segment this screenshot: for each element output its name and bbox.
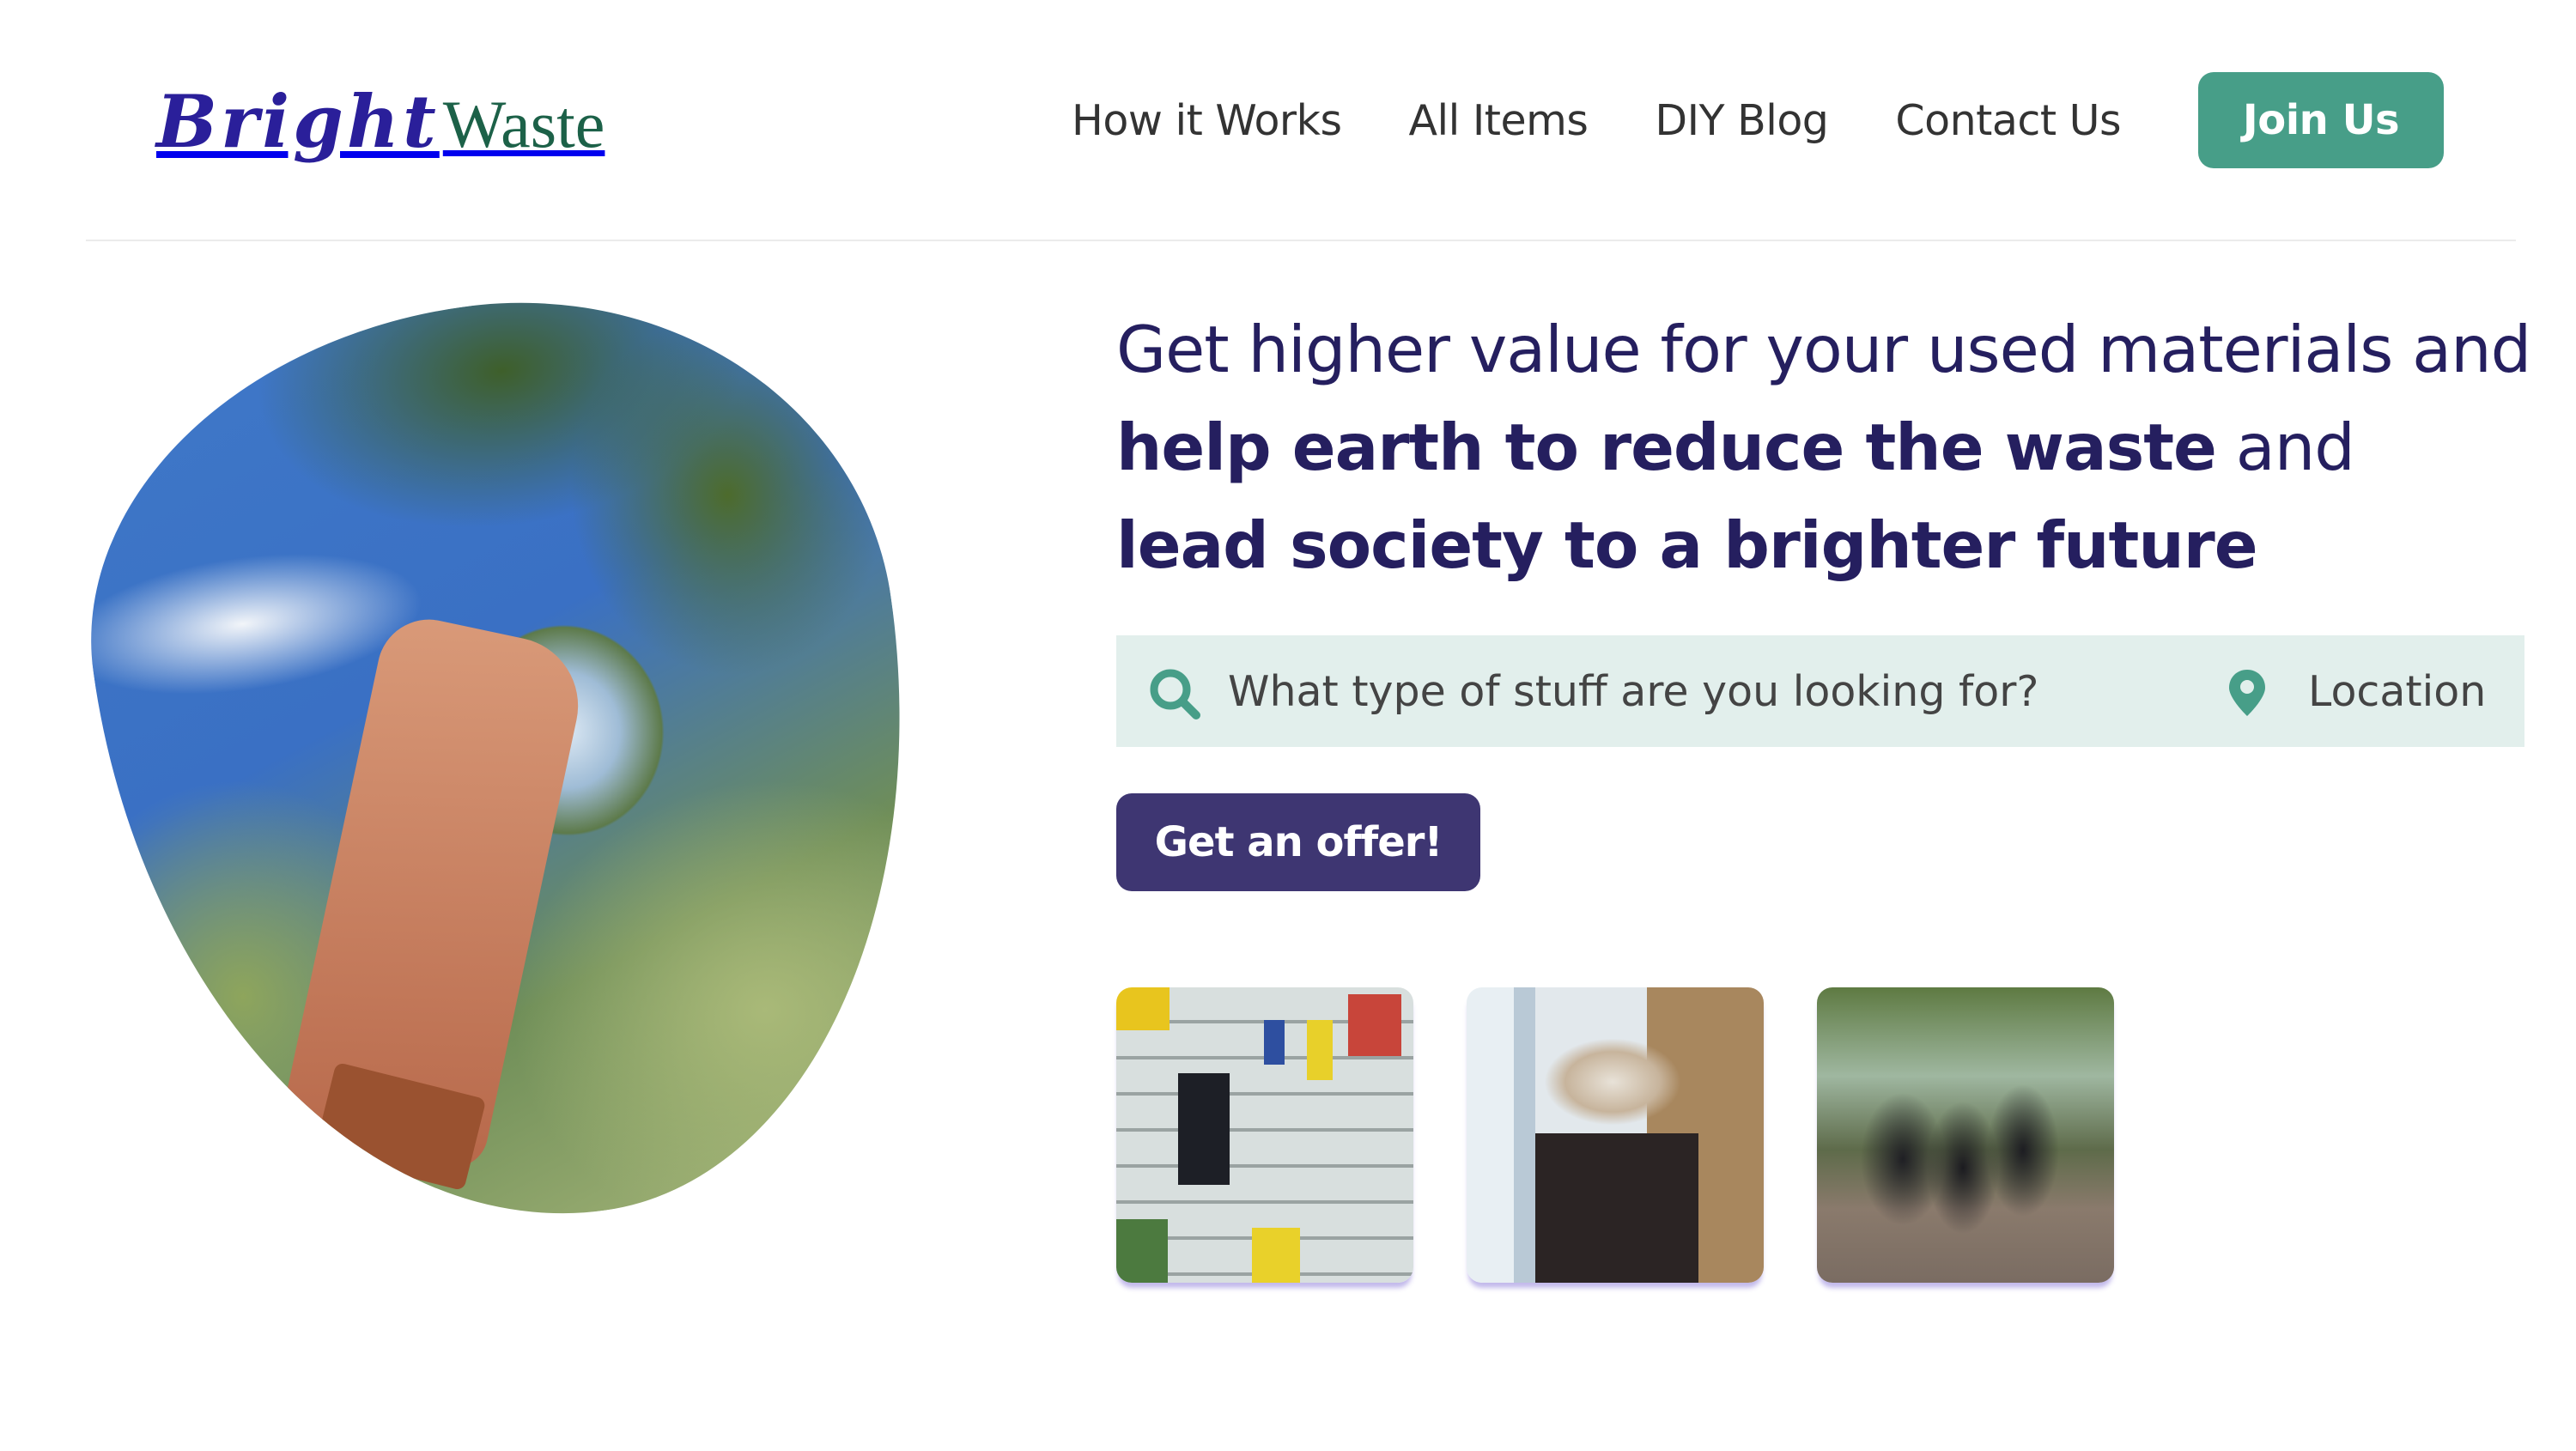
header-divider — [86, 240, 2516, 241]
location-input[interactable] — [2308, 661, 2514, 721]
nav-link-all-items[interactable]: All Items — [1409, 96, 1589, 145]
headline-part3: and — [2215, 410, 2355, 485]
join-us-button[interactable]: Join Us — [2198, 72, 2444, 168]
nav-link-how-it-works[interactable]: How it Works — [1072, 96, 1342, 145]
hero-image — [50, 253, 970, 1271]
gallery-image-waste-bin[interactable]: overflowing waste bin — [1467, 987, 1764, 1283]
nav-link-diy-blog[interactable]: DIY Blog — [1655, 96, 1829, 145]
hero-headline: Get higher value for your used materials… — [1116, 301, 2533, 594]
gallery-image-community[interactable]: group of people celebrating outdoors — [1817, 987, 2114, 1283]
get-offer-button[interactable]: Get an offer! — [1116, 793, 1480, 891]
brand-logo[interactable]: Bright Waste — [156, 79, 605, 173]
logo-text-bright: Bright — [156, 79, 440, 164]
logo-text-waste: Waste — [442, 87, 605, 161]
gallery-caption: group of people celebrating outdoors — [1817, 987, 1818, 988]
map-pin-icon — [2229, 670, 2265, 716]
site-header: Bright Waste How it Works All Items DIY … — [0, 0, 2576, 240]
gallery-image-planters[interactable]: upcycled cans planters on wall — [1116, 987, 1413, 1283]
headline-bold-2: lead society to a brighter future — [1116, 507, 2258, 583]
search-input[interactable] — [1228, 661, 2087, 721]
headline-bold-1: help earth to reduce the waste — [1116, 410, 2217, 485]
gallery: upcycled cans planters on wall overflowi… — [1116, 987, 2167, 1283]
headline-part1: Get higher value for your used materials… — [1116, 312, 2531, 387]
search-bar — [1116, 635, 2524, 747]
nav-link-contact-us[interactable]: Contact Us — [1895, 96, 2121, 145]
search-icon[interactable] — [1147, 666, 1202, 721]
main-nav: How it Works All Items DIY Blog Contact … — [1072, 72, 2188, 168]
gallery-caption: upcycled cans planters on wall — [1116, 987, 1117, 988]
